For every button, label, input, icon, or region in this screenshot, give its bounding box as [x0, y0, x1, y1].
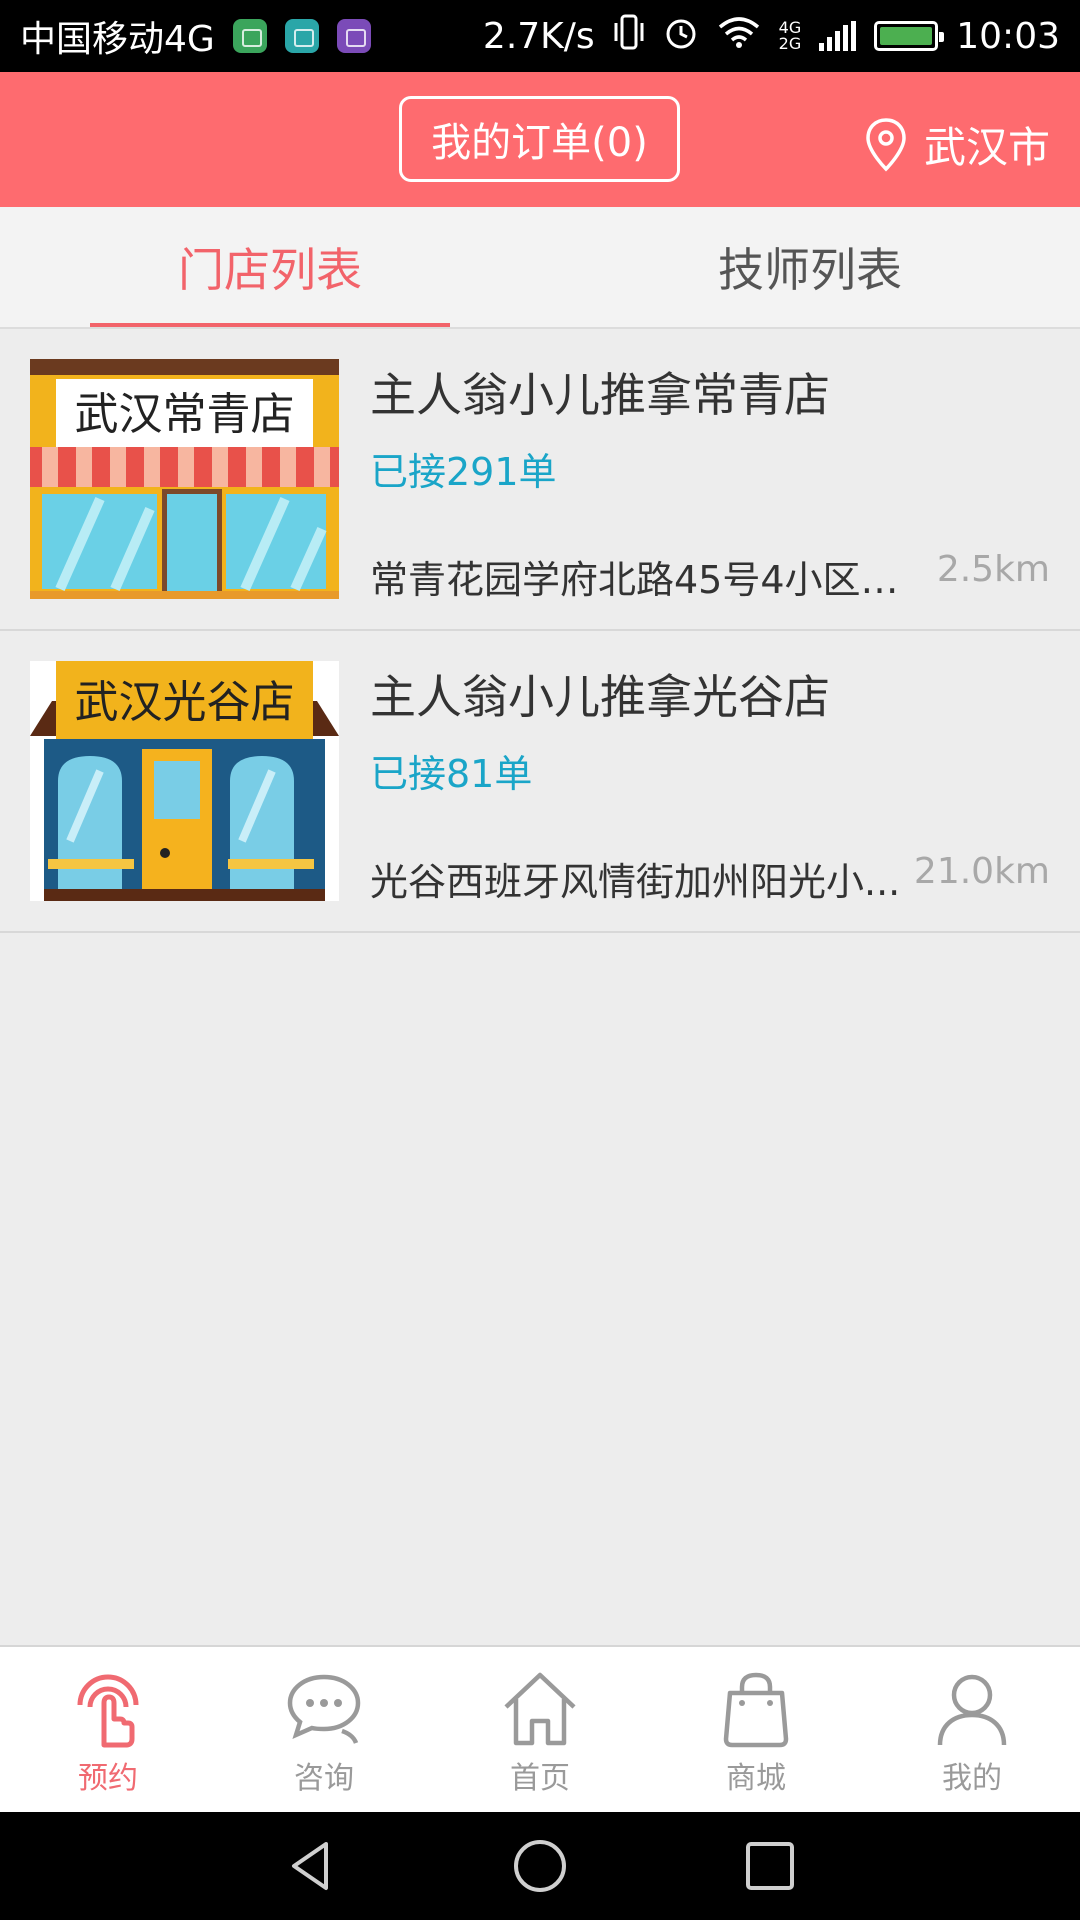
- app-header: 我的订单(0) 武汉市: [0, 72, 1080, 207]
- home-button-icon[interactable]: [510, 1836, 570, 1896]
- tab-label: 技师列表: [718, 243, 902, 297]
- system-nav-bar: [0, 1812, 1080, 1920]
- person-icon: [937, 1674, 1007, 1746]
- city-selector[interactable]: 武汉市: [864, 114, 1050, 175]
- nav-label: 咨询: [294, 1761, 354, 1796]
- store-orders-count: 已接81单: [370, 752, 533, 796]
- store-address: 光谷西班牙风情街加州阳光小...: [370, 860, 901, 904]
- location-pin-icon: [866, 117, 906, 171]
- chat-bubble-icon: [287, 1674, 361, 1744]
- clock: 10:03: [956, 15, 1060, 57]
- tab-indicator: [90, 323, 450, 327]
- shopping-bag-icon: [723, 1672, 789, 1748]
- tab-technician-list[interactable]: 技师列表: [540, 207, 1080, 327]
- network-speed: 2.7K/s: [482, 15, 595, 57]
- store-sign-text: 武汉常青店: [75, 389, 295, 440]
- nav-label: 预约: [78, 1761, 138, 1796]
- store-image: 武汉常青店: [30, 359, 339, 599]
- status-bar: 中国移动4G 2.7K/s 4G 2G 10:03: [0, 0, 1080, 72]
- list-item[interactable]: 武汉光谷店 主人翁小儿推拿光谷店 已接81单 光谷西班牙风情街加州阳光小... …: [0, 631, 1080, 933]
- back-icon[interactable]: [280, 1836, 340, 1896]
- list-item[interactable]: 武汉常青店 主人翁小儿推拿常青店 已接291单 常青花园学府北路45号4小区综.…: [0, 329, 1080, 631]
- tab-label: 门店列表: [178, 243, 362, 297]
- store-app-icon: [232, 19, 267, 53]
- signal-icon: [819, 21, 857, 51]
- store-orders-count: 已接291单: [370, 450, 557, 494]
- android-app-icon: [284, 19, 319, 53]
- vibrate-icon: [613, 13, 645, 60]
- recents-icon[interactable]: [740, 1836, 800, 1896]
- store-address: 常青花园学府北路45号4小区综...: [370, 558, 930, 602]
- store-distance: 21.0km: [913, 851, 1050, 892]
- nav-label: 商城: [726, 1761, 786, 1796]
- my-orders-button[interactable]: 我的订单(0): [399, 96, 680, 182]
- nav-item-home[interactable]: 首页: [432, 1647, 648, 1812]
- carrier-label: 中国移动4G: [20, 19, 215, 60]
- alarm-icon: [663, 14, 699, 59]
- tab-store-list[interactable]: 门店列表: [0, 207, 540, 327]
- nav-item-consult[interactable]: 咨询: [216, 1647, 432, 1812]
- gallery-app-icon: [336, 19, 371, 53]
- store-name: 主人翁小儿推拿常青店: [370, 368, 830, 422]
- nav-label: 首页: [510, 1761, 570, 1796]
- tab-bar: 门店列表 技师列表: [0, 207, 1080, 329]
- city-label: 武汉市: [923, 123, 1050, 172]
- home-icon: [504, 1672, 576, 1746]
- store-distance: 2.5km: [936, 549, 1050, 590]
- tap-hand-icon: [77, 1674, 139, 1748]
- nav-item-booking[interactable]: 预约: [0, 1647, 216, 1812]
- nav-item-mall[interactable]: 商城: [648, 1647, 864, 1812]
- battery-icon: [874, 21, 945, 51]
- nav-item-mine[interactable]: 我的: [864, 1647, 1080, 1812]
- store-name: 主人翁小儿推拿光谷店: [370, 670, 830, 724]
- nav-label: 我的: [942, 1761, 1002, 1796]
- network-type: 4G 2G: [778, 18, 802, 53]
- bottom-nav: 预约 咨询 首页 商城 我的: [0, 1645, 1080, 1812]
- wifi-icon: [717, 15, 761, 58]
- store-image: 武汉光谷店: [30, 661, 339, 901]
- store-sign-text: 武汉光谷店: [75, 677, 295, 728]
- store-list: 武汉常青店 主人翁小儿推拿常青店 已接291单 常青花园学府北路45号4小区综.…: [0, 329, 1080, 933]
